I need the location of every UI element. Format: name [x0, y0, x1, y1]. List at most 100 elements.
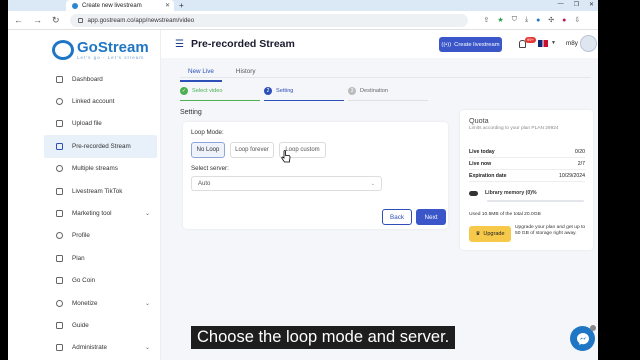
- messenger-chat-button[interactable]: [570, 325, 596, 351]
- sidebar-item-label: Go Coin: [72, 277, 96, 285]
- main-content: New Live History ✓ Select video 2 Settin…: [161, 58, 598, 360]
- sidebar-item-pre-recorded-stream[interactable]: Pre-recorded Stream: [44, 135, 157, 158]
- plan-icon: [56, 254, 63, 262]
- close-tab-icon[interactable]: ✕: [165, 2, 170, 9]
- tiktok-icon: [56, 187, 63, 195]
- sidebar-item-marketing-tool[interactable]: Marketing tool ⌄: [8, 202, 160, 224]
- section-title: Setting: [180, 109, 202, 116]
- no-loop-button[interactable]: No Loop: [191, 142, 225, 158]
- streams-icon: [56, 165, 63, 173]
- new-tab-icon[interactable]: +: [179, 1, 184, 10]
- quota-row: Live today 0/20: [469, 149, 585, 155]
- quota-value: 0/20: [574, 149, 585, 155]
- step-number: 2: [264, 87, 272, 95]
- server-select[interactable]: Auto ⌄: [191, 176, 382, 191]
- user-icon: [56, 232, 63, 240]
- sidebar-item-label: Upload file: [72, 120, 102, 128]
- shield-icon[interactable]: ⛉: [512, 16, 517, 24]
- gostream-logo-icon: [52, 40, 74, 60]
- sidebar-item-multiple-streams[interactable]: Multiple streams: [8, 158, 160, 180]
- sidebar-item-upload-file[interactable]: Upload file: [8, 113, 160, 135]
- tab-history[interactable]: History: [236, 66, 256, 82]
- quota-key: Live now: [469, 161, 492, 167]
- tabs-divider: [180, 77, 591, 78]
- sidebar-item-dashboard[interactable]: Dashboard: [8, 68, 160, 90]
- sidebar-item-administrate[interactable]: Administrate ⌄: [8, 337, 160, 359]
- sidebar-item-plan[interactable]: Plan: [8, 247, 160, 269]
- guide-icon: [56, 321, 63, 329]
- download-icon[interactable]: ⤓: [525, 16, 528, 24]
- sidebar-item-go-coin[interactable]: Go Coin: [8, 270, 160, 292]
- quota-value: 10/29/2024: [559, 173, 585, 179]
- url-text: app.gostream.co/app/newstream/video: [87, 16, 195, 24]
- address-bar[interactable]: app.gostream.co/app/newstream/video: [69, 13, 468, 27]
- sidebar-item-linked-account[interactable]: Linked account: [8, 90, 160, 112]
- avatar[interactable]: [580, 35, 597, 52]
- bookmark-star-icon[interactable]: ★: [497, 16, 503, 24]
- step-destination[interactable]: 3 Destination: [348, 87, 428, 101]
- maximize-icon[interactable]: ❐: [574, 1, 579, 8]
- hand-cursor-icon: [281, 150, 291, 163]
- hamburger-menu-icon[interactable]: ☰: [175, 39, 184, 50]
- language-caret-icon[interactable]: ▼: [551, 40, 556, 46]
- step-number: 3: [348, 87, 356, 95]
- install-icon[interactable]: ⇪: [484, 16, 490, 24]
- letterbox-right: [598, 0, 640, 360]
- upload-icon: [56, 120, 63, 128]
- step-setting[interactable]: 2 Setting: [264, 87, 344, 101]
- quota-row: Live now 2/7: [469, 161, 585, 167]
- downloads-icon[interactable]: ⇩: [574, 16, 580, 24]
- create-livestream-button[interactable]: ((•)) Create livestream: [439, 37, 502, 52]
- video-icon: [56, 142, 63, 150]
- sidebar: GoStream Let's go - Let's stream Dashboa…: [8, 30, 161, 360]
- sidebar-item-label: Multiple streams: [72, 165, 118, 173]
- sidebar-item-monetize[interactable]: Monetize ⌄: [8, 292, 160, 314]
- close-window-icon[interactable]: ✕: [589, 1, 594, 8]
- stepper: ✓ Select video 2 Setting 3 Destination: [180, 87, 432, 101]
- uk-flag-icon[interactable]: [538, 40, 548, 47]
- step-label: Select video: [192, 88, 223, 94]
- create-livestream-label: Create livestream: [454, 41, 500, 48]
- link-icon: [56, 98, 63, 106]
- quota-key: Expiration date: [469, 173, 507, 179]
- page-title: Pre-recorded Stream: [190, 38, 295, 50]
- coin-icon: [56, 277, 63, 285]
- select-server-label: Select server:: [191, 165, 229, 172]
- puzzle-icon[interactable]: ✣: [548, 16, 554, 24]
- sidebar-item-label: Dashboard: [72, 75, 103, 83]
- forward-arrow-icon[interactable]: →: [33, 15, 42, 25]
- browser-tab[interactable]: Create new livestream ✕: [66, 0, 174, 11]
- back-button[interactable]: Back: [382, 209, 412, 225]
- loop-forever-button[interactable]: Loop forever: [230, 142, 274, 158]
- site-info-icon[interactable]: [77, 17, 83, 23]
- next-button[interactable]: Next: [416, 209, 446, 225]
- reload-icon[interactable]: ↻: [52, 15, 60, 26]
- gostream-favicon-icon: [72, 2, 78, 9]
- sidebar-item-label: Profile: [72, 232, 90, 240]
- quota-key: Live today: [469, 149, 495, 155]
- live-icon: ((•)): [441, 41, 452, 48]
- minimize-icon[interactable]: —: [558, 1, 564, 8]
- sidebar-item-label: Pre-recorded Stream: [72, 142, 131, 150]
- logo-name: GoStream: [77, 39, 149, 56]
- sidebar-item-label: Linked account: [72, 98, 115, 106]
- header: ☰ Pre-recorded Stream ((•)) Create lives…: [161, 30, 598, 58]
- logo-tagline: Let's go - Let's stream: [77, 55, 144, 60]
- sidebar-item-livestream-tiktok[interactable]: Livestream TikTok: [8, 180, 160, 202]
- letterbox-left: [0, 0, 8, 360]
- extension-icon[interactable]: ●: [536, 17, 540, 24]
- step-select-video[interactable]: ✓ Select video: [180, 87, 260, 101]
- settings-card: Loop Mode: No Loop Loop forever Loop cus…: [183, 122, 448, 229]
- logo[interactable]: GoStream Let's go - Let's stream: [8, 30, 160, 64]
- library-memory: Library memory (0)%: [469, 190, 537, 196]
- step-label: Destination: [360, 88, 388, 94]
- chevron-down-icon: ⌄: [145, 211, 151, 218]
- upgrade-button[interactable]: ♛ Upgrade: [469, 226, 511, 242]
- user-name[interactable]: m8y: [566, 40, 578, 47]
- sidebar-item-guide[interactable]: Guide: [8, 314, 160, 336]
- sidebar-item-profile[interactable]: Profile: [8, 225, 160, 247]
- tab-new-live[interactable]: New Live: [180, 66, 222, 82]
- back-arrow-icon[interactable]: ←: [14, 15, 23, 25]
- messenger-icon: [576, 332, 589, 345]
- profile-icon[interactable]: ●: [562, 17, 566, 24]
